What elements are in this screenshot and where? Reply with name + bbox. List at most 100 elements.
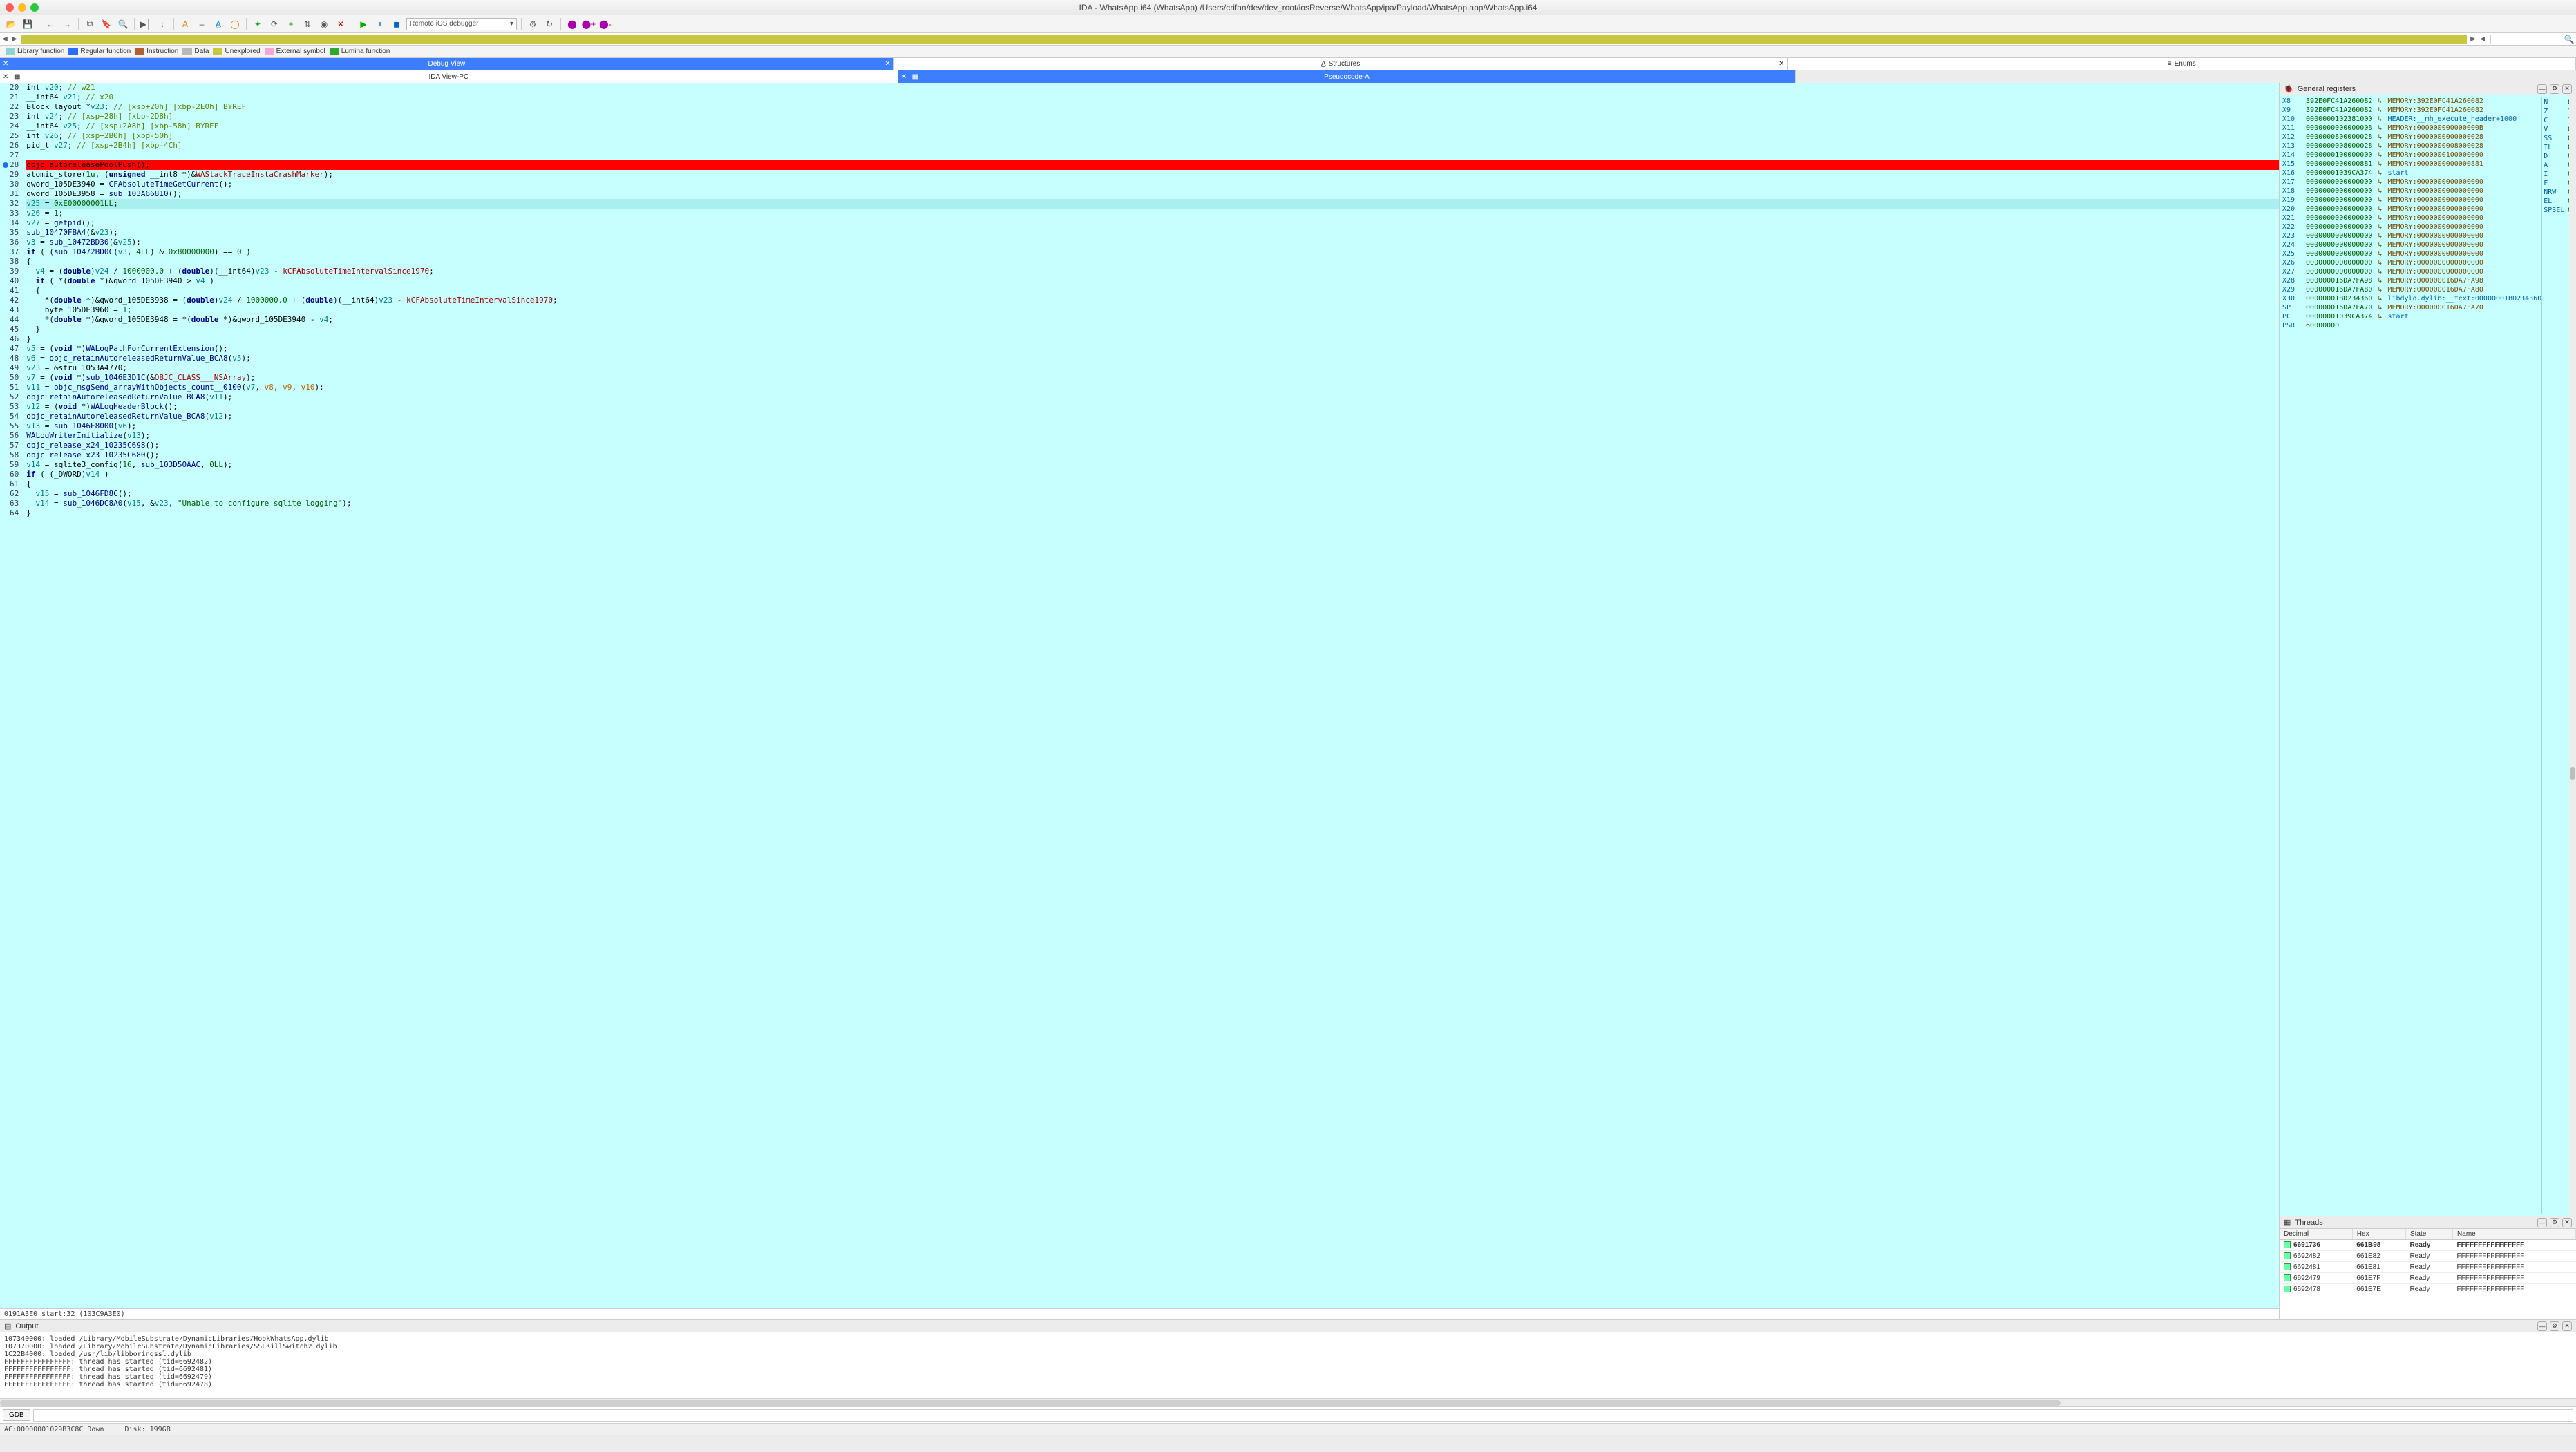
register-row[interactable]: X20 0000000000000000 ↳ MEMORY:0000000000… xyxy=(2282,204,2541,213)
code-line[interactable]: { xyxy=(26,286,2279,296)
code-line[interactable]: Block_layout *v23; // [xsp+20h] [xbp-2E0… xyxy=(26,102,2279,112)
code-line[interactable]: byte_105DE3960 = 1; xyxy=(26,305,2279,315)
register-row[interactable]: X14 0000000100000000 ↳ MEMORY:0000000100… xyxy=(2282,151,2541,160)
code-line[interactable]: objc_release_x23_10235C680(); xyxy=(26,450,2279,460)
code-line[interactable]: sub_10470FBA4(&v23); xyxy=(26,228,2279,238)
thread-row[interactable]: 6692478661E7EReadyFFFFFFFFFFFFFFFF xyxy=(2280,1284,2576,1295)
register-row[interactable]: X29 000000016DA7FA80 ↳ MEMORY:000000016D… xyxy=(2282,285,2541,294)
tab-debug-view[interactable]: ✕Debug View✕ xyxy=(0,58,894,70)
output-body[interactable]: 107340000: loaded /Library/MobileSubstra… xyxy=(0,1332,2576,1398)
code-line[interactable]: v14 = sqlite3_config(16, sub_103D50AAC, … xyxy=(26,460,2279,470)
code-line[interactable]: qword_105DE3958 = sub_103A66810(); xyxy=(26,189,2279,199)
code-line[interactable]: *(double *)&qword_105DE3948 = *(double *… xyxy=(26,315,2279,325)
code-line[interactable]: v11 = objc_msgSend_arrayWithObjects_coun… xyxy=(26,383,2279,392)
code-line[interactable]: if ( (sub_10472BD0C(v3, 4LL) & 0x8000000… xyxy=(26,247,2279,257)
code-line[interactable]: v12 = (void *)WALogHeaderBlock(); xyxy=(26,402,2279,412)
registers-scrollbar[interactable] xyxy=(2569,95,2576,1216)
tab-ida-view[interactable]: ✕ ▦ IDA View-PC xyxy=(0,70,898,83)
register-row[interactable]: X15 0000000000000881 ↳ MEMORY:0000000000… xyxy=(2282,160,2541,169)
code-line[interactable]: if ( (_DWORD)v14 ) xyxy=(26,470,2279,479)
register-row[interactable]: X10 0000000102381000 ↳ HEADER:__mh_execu… xyxy=(2282,115,2541,124)
code-line[interactable]: } xyxy=(26,334,2279,344)
step-down-button[interactable]: ↓ xyxy=(155,18,169,30)
maximize-window-button[interactable] xyxy=(30,3,39,12)
thread-row[interactable]: 6692481661E81ReadyFFFFFFFFFFFFFFFF xyxy=(2280,1262,2576,1273)
code-line[interactable]: objc_retainAutoreleasedReturnValue_BCA8(… xyxy=(26,392,2279,402)
register-row[interactable]: X18 0000000000000000 ↳ MEMORY:0000000000… xyxy=(2282,187,2541,195)
copy-button[interactable]: ⧉ xyxy=(83,18,97,30)
close-window-button[interactable] xyxy=(6,3,14,12)
code-line[interactable]: WALogWriterInitialize(v13); xyxy=(26,431,2279,441)
register-row[interactable]: X27 0000000000000000 ↳ MEMORY:0000000000… xyxy=(2282,267,2541,276)
debug-reload-button[interactable]: ↻ xyxy=(542,18,556,30)
col-hex[interactable]: Hex xyxy=(2352,1229,2405,1240)
code-line[interactable]: v13 = sub_1046E8000(v6); xyxy=(26,421,2279,431)
pause-button[interactable]: ⏸ xyxy=(373,18,387,30)
register-row[interactable]: X26 0000000000000000 ↳ MEMORY:0000000000… xyxy=(2282,258,2541,267)
register-row[interactable]: X8 392E0FC41A260082 ↳ MEMORY:392E0FC41A2… xyxy=(2282,97,2541,106)
register-row[interactable]: X28 000000016DA7FA98 ↳ MEMORY:000000016D… xyxy=(2282,276,2541,285)
code-line[interactable]: v27 = getpid(); xyxy=(26,218,2279,228)
tab-enums[interactable]: ≡Enums xyxy=(1788,58,2576,70)
registers-body[interactable]: X8 392E0FC41A260082 ↳ MEMORY:392E0FC41A2… xyxy=(2280,95,2576,1216)
overview-track[interactable] xyxy=(21,35,2467,44)
code-line[interactable]: int v26; // [xsp+2B0h] [xbp-50h] xyxy=(26,131,2279,141)
code-line[interactable]: *(double *)&qword_105DE3938 = (double)v2… xyxy=(26,296,2279,305)
register-row[interactable]: SP 000000016DA7FA70 ↳ MEMORY:000000016DA… xyxy=(2282,303,2541,312)
refresh-button[interactable]: ⟳ xyxy=(267,18,281,30)
output-scrollbar-h[interactable] xyxy=(0,1398,2576,1406)
history-button[interactable]: ◉ xyxy=(317,18,331,30)
code-line[interactable]: { xyxy=(26,257,2279,267)
code-line[interactable]: objc_release_x24_10235C698(); xyxy=(26,441,2279,450)
dash-button[interactable]: – xyxy=(195,18,209,30)
tag-button[interactable]: 🔖 xyxy=(100,18,113,30)
register-row[interactable]: X16 00000001039CA374 ↳ start xyxy=(2282,169,2541,178)
register-row[interactable]: PSR 60000000 xyxy=(2282,321,2541,330)
overview-left[interactable]: ◀ xyxy=(0,34,10,45)
code-line[interactable]: v23 = &stru_1053A4770; xyxy=(26,363,2279,373)
overview-address-input[interactable] xyxy=(2490,35,2559,44)
register-row[interactable]: X24 0000000000000000 ↳ MEMORY:0000000000… xyxy=(2282,240,2541,249)
code-line[interactable]: v15 = sub_1046FD8C(); xyxy=(26,489,2279,499)
gdb-input[interactable] xyxy=(33,1409,2573,1422)
code-line[interactable] xyxy=(26,151,2279,160)
cancel-button[interactable]: ✕ xyxy=(334,18,348,30)
panel-settings-icon[interactable]: ⚙ xyxy=(2550,1218,2559,1227)
register-row[interactable]: X19 0000000000000000 ↳ MEMORY:0000000000… xyxy=(2282,195,2541,204)
gdb-button[interactable]: GDB xyxy=(3,1409,30,1421)
register-row[interactable]: X23 0000000000000000 ↳ MEMORY:0000000000… xyxy=(2282,231,2541,240)
code-line[interactable]: int v20; // w21 xyxy=(26,83,2279,93)
tab-pseudocode[interactable]: ✕ ▦ Pseudocode-A xyxy=(898,70,1797,83)
sync-button[interactable]: ⇅ xyxy=(301,18,314,30)
threads-body[interactable]: Decimal Hex State Name 6691736661B98Read… xyxy=(2280,1229,2576,1319)
bp-list-button[interactable]: ⬤ xyxy=(565,18,579,30)
overview-go-button[interactable]: 🔍 xyxy=(2562,33,2576,46)
minimize-window-button[interactable] xyxy=(18,3,26,12)
code-line[interactable]: __int64 v21; // x20 xyxy=(26,93,2279,102)
register-row[interactable]: X9 392E0FC41A260082 ↳ MEMORY:392E0FC41A2… xyxy=(2282,106,2541,115)
code-line[interactable]: } xyxy=(26,508,2279,518)
register-row[interactable]: X22 0000000000000000 ↳ MEMORY:0000000000… xyxy=(2282,222,2541,231)
col-state[interactable]: State xyxy=(2405,1229,2452,1240)
run-to-button[interactable]: ▶│ xyxy=(139,18,153,30)
panel-close-icon[interactable]: ✕ xyxy=(2562,1321,2572,1331)
code-line[interactable]: int v24; // [xsp+28h] [xbp-2D8h] xyxy=(26,112,2279,122)
code-line[interactable]: v5 = (void *)WALogPathForCurrentExtensio… xyxy=(26,344,2279,354)
register-row[interactable]: X17 0000000000000000 ↳ MEMORY:0000000000… xyxy=(2282,178,2541,187)
save-button[interactable]: 💾 xyxy=(21,18,35,30)
panel-close-icon[interactable]: ✕ xyxy=(2562,1218,2572,1227)
register-row[interactable]: X25 0000000000000000 ↳ MEMORY:0000000000… xyxy=(2282,249,2541,258)
debugger-select[interactable]: Remote iOS debugger▾ xyxy=(406,18,517,30)
lumina-button[interactable]: ✦ xyxy=(251,18,265,30)
code-line[interactable]: } xyxy=(26,325,2279,334)
pseudocode-view[interactable]: 2021222324252627282930313233343536373839… xyxy=(0,83,2279,1308)
code-line[interactable]: v25 = 0xE00000001LL; xyxy=(26,199,2279,209)
overview-play[interactable]: ▶ xyxy=(10,34,19,45)
code-line[interactable]: objc_retainAutoreleasedReturnValue_BCA8(… xyxy=(26,412,2279,421)
register-row[interactable]: X21 0000000000000000 ↳ MEMORY:0000000000… xyxy=(2282,213,2541,222)
col-name[interactable]: Name xyxy=(2453,1229,2576,1240)
overview-end[interactable]: ◀ xyxy=(2478,34,2488,45)
code-line[interactable]: pid_t v27; // [xsp+2B4h] [xbp-4Ch] xyxy=(26,141,2279,151)
find-button[interactable]: 🔍 xyxy=(116,18,130,30)
panel-settings-icon[interactable]: ⚙ xyxy=(2550,1321,2559,1331)
